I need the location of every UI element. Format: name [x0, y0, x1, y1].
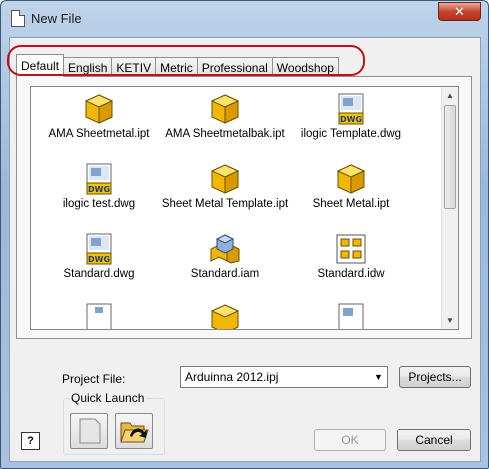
- template-tabs: Default English KETIV Metric Professiona…: [16, 54, 339, 77]
- list-item-label: Standard.idw: [317, 268, 385, 280]
- tab-metric[interactable]: Metric: [155, 57, 198, 77]
- dialog-body: Default English KETIV Metric Professiona…: [9, 37, 481, 462]
- projects-button[interactable]: Projects...: [399, 366, 471, 388]
- template-list[interactable]: AMA Sheetmetal.ipt AMA Sheetmetalbak.ipt: [30, 86, 459, 330]
- svg-text:DWG: DWG: [88, 255, 110, 264]
- list-item-label: Standard.dwg: [63, 268, 135, 280]
- tab-panel: AMA Sheetmetal.ipt AMA Sheetmetalbak.ipt: [16, 76, 472, 339]
- list-item[interactable]: DWG Standard.dwg: [31, 233, 167, 301]
- scroll-up-icon[interactable]: ▲: [442, 87, 458, 104]
- quick-launch-title: Quick Launch: [69, 391, 147, 405]
- list-item[interactable]: Standard.iam: [157, 233, 293, 301]
- window-title: New File: [31, 11, 82, 26]
- list-item[interactable]: Sheet Metal Template.ipt: [157, 163, 293, 231]
- open-folder-icon: [120, 422, 149, 443]
- list-item[interactable]: Standard.idw: [283, 233, 419, 301]
- svg-text:DWG: DWG: [340, 115, 362, 124]
- drawing-dwg-icon: [338, 303, 364, 329]
- list-item[interactable]: [31, 303, 167, 329]
- scroll-down-icon[interactable]: ▼: [442, 312, 458, 329]
- blank-document-icon: [79, 418, 101, 444]
- drawing-dwg-icon: DWG: [338, 93, 364, 125]
- drawing-dwg-icon: DWG: [86, 163, 112, 195]
- tab-professional[interactable]: Professional: [196, 57, 273, 77]
- scroll-thumb[interactable]: [444, 105, 456, 209]
- drawing-idw-icon: [336, 234, 366, 264]
- svg-text:DWG: DWG: [88, 185, 110, 194]
- project-file-value: Arduinna 2012.ipj: [185, 370, 279, 384]
- project-file-label: Project File:: [62, 372, 126, 386]
- list-item-label: ilogic test.dwg: [62, 198, 136, 210]
- list-item[interactable]: DWG ilogic Template.dwg: [283, 93, 419, 161]
- quick-launch-group: Quick Launch: [63, 391, 165, 455]
- list-item-label: Standard.iam: [190, 268, 260, 280]
- part-icon: [210, 94, 240, 124]
- ok-button[interactable]: OK: [314, 429, 386, 451]
- drawing-dwg-icon: DWG: [86, 233, 112, 265]
- help-button[interactable]: ?: [21, 432, 40, 450]
- list-item-label: Sheet Metal Template.ipt: [161, 198, 289, 210]
- list-item[interactable]: Sheet Metal.ipt: [283, 163, 419, 231]
- close-button[interactable]: ✕: [438, 2, 481, 21]
- tab-ketiv[interactable]: KETIV: [111, 57, 157, 77]
- part-icon: [84, 94, 114, 124]
- cancel-button[interactable]: Cancel: [397, 429, 471, 451]
- tab-english[interactable]: English: [63, 57, 113, 77]
- tab-woodshop[interactable]: Woodshop: [271, 57, 339, 77]
- list-item-label: ilogic Template.dwg: [300, 128, 402, 140]
- list-item[interactable]: AMA Sheetmetal.ipt: [31, 93, 167, 161]
- title-bar[interactable]: New File ✕: [1, 1, 488, 37]
- assembly-icon: [210, 234, 240, 264]
- list-item-label: AMA Sheetmetalbak.ipt: [165, 128, 285, 140]
- new-file-quick-button[interactable]: [70, 413, 108, 449]
- list-item[interactable]: [157, 303, 293, 329]
- part-icon: [210, 304, 240, 329]
- document-icon: [11, 10, 25, 27]
- chevron-down-icon[interactable]: ▼: [370, 367, 387, 387]
- list-item[interactable]: DWG ilogic test.dwg: [31, 163, 167, 231]
- list-item[interactable]: [283, 303, 419, 329]
- list-item-label: AMA Sheetmetal.ipt: [48, 128, 150, 140]
- open-file-quick-button[interactable]: [115, 413, 153, 449]
- drawing-icon: [86, 303, 112, 329]
- part-icon: [210, 164, 240, 194]
- list-item[interactable]: AMA Sheetmetalbak.ipt: [157, 93, 293, 161]
- part-icon: [336, 164, 366, 194]
- tab-default[interactable]: Default: [16, 54, 65, 77]
- list-item-label: Sheet Metal.ipt: [312, 198, 390, 210]
- vertical-scrollbar[interactable]: ▲ ▼: [441, 87, 458, 329]
- new-file-dialog: New File ✕ Default English KETIV Metric …: [0, 0, 489, 469]
- project-file-select[interactable]: Arduinna 2012.ipj ▼: [180, 366, 388, 388]
